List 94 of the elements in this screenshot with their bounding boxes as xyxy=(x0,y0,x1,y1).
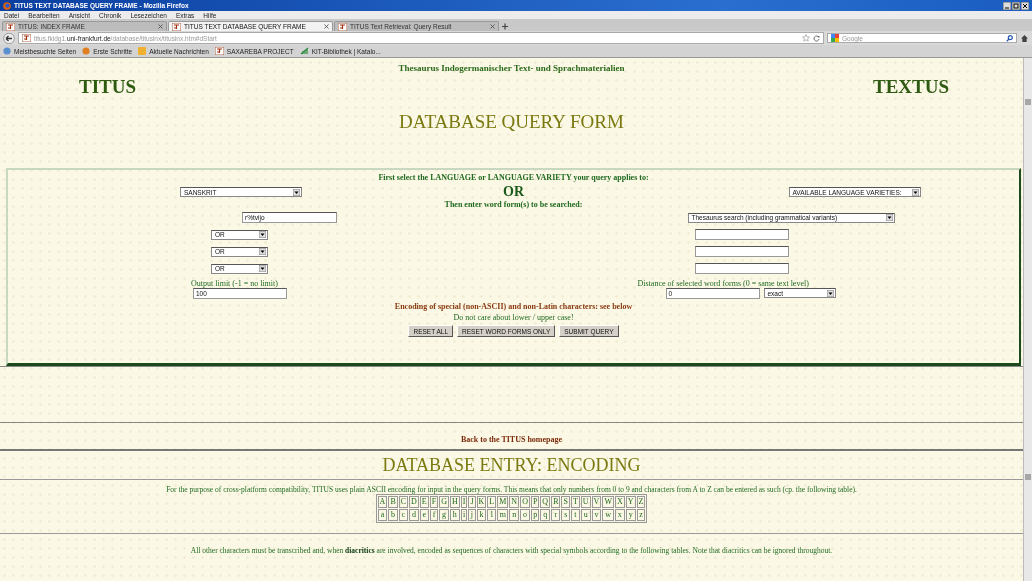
site-icon xyxy=(172,22,181,31)
section-heading: DATABASE ENTRY: ENCODING xyxy=(0,451,1023,480)
letter-cell: D xyxy=(409,496,419,508)
letter-cell: s xyxy=(561,509,570,521)
letter-cell: v xyxy=(591,509,602,521)
letter-cell: y xyxy=(625,509,636,521)
encoding-note: Encoding of special (non-ASCII) and non-Latin characters: see below xyxy=(393,302,634,311)
site-subtitle: Thesaurus Indogermanischer Text- und Sprachmaterialien xyxy=(397,62,626,73)
close-icon[interactable] xyxy=(490,24,495,29)
logo-text: TITUS xyxy=(79,76,137,98)
letter-cell: R xyxy=(551,496,561,508)
letter-cell: o xyxy=(520,509,530,521)
letter-cell: V xyxy=(591,496,602,508)
letter-cell: J xyxy=(468,496,476,508)
search-icon[interactable] xyxy=(1006,34,1013,42)
letter-cell: a xyxy=(377,509,388,521)
letter-cell: I xyxy=(460,496,468,508)
letter-cell: G xyxy=(439,496,449,508)
letter-cell: N xyxy=(509,496,520,508)
reload-icon[interactable] xyxy=(813,34,820,42)
word-input[interactable] xyxy=(694,263,789,274)
or-label: OR xyxy=(502,184,525,200)
dropdown-arrow-icon xyxy=(293,188,300,196)
letter-cell: l xyxy=(487,509,497,521)
homepage-link[interactable]: Back to the TITUS homepage xyxy=(460,435,563,444)
letter-cell: F xyxy=(429,496,439,508)
field-label: Distance of selected word forms (0 = same text level) xyxy=(637,279,810,288)
letter-cell: B xyxy=(388,496,398,508)
letter-cell: m xyxy=(497,509,509,521)
letter-cell: z xyxy=(636,509,646,521)
home-icon[interactable] xyxy=(1020,33,1029,43)
letter-cell: i xyxy=(460,509,468,521)
letter-cell: b xyxy=(388,509,398,521)
scrollbar[interactable] xyxy=(1024,98,1032,106)
dropdown-arrow-icon xyxy=(826,289,834,297)
site-icon xyxy=(338,22,347,31)
letter-cell: k xyxy=(476,509,487,521)
logo-text: TEXTUS xyxy=(872,76,949,98)
site-icon xyxy=(6,22,15,31)
dropdown-arrow-icon xyxy=(259,265,266,272)
close-icon[interactable] xyxy=(324,24,329,29)
site-icon xyxy=(22,34,31,42)
letter-cell: p xyxy=(530,509,540,521)
letter-cell: t xyxy=(570,509,580,521)
star-icon[interactable] xyxy=(802,34,810,42)
dropdown-arrow-icon xyxy=(259,248,266,255)
instruction-text: Then enter word form(s) to be searched: xyxy=(443,200,584,209)
letter-cell: A xyxy=(377,496,388,508)
letter-cell: W xyxy=(602,496,614,508)
site-icon xyxy=(214,47,224,55)
letter-cell: e xyxy=(419,509,429,521)
letter-cell: c xyxy=(398,509,409,521)
letter-cell: q xyxy=(540,509,551,521)
letter-cell: C xyxy=(398,496,409,508)
new-tab-button[interactable] xyxy=(500,22,510,31)
letter-cell: w xyxy=(602,509,614,521)
letter-cell: T xyxy=(570,496,580,508)
letter-cell: Q xyxy=(540,496,551,508)
letter-cell: S xyxy=(561,496,570,508)
letter-cell: r xyxy=(551,509,561,521)
letter-cell: j xyxy=(468,509,476,521)
letter-cell: L xyxy=(487,496,497,508)
letter-cell: Z xyxy=(636,496,646,508)
letter-cell: g xyxy=(439,509,449,521)
close-button[interactable] xyxy=(1021,1,1029,10)
dropdown-arrow-icon xyxy=(885,214,893,221)
minimize-button[interactable] xyxy=(1003,1,1011,10)
letter-cell: O xyxy=(520,496,530,508)
letter-cell: U xyxy=(580,496,591,508)
letter-cell: x xyxy=(614,509,625,521)
instruction-text: First select the LANGUAGE or LANGUAGE VARIETY your query applies to: xyxy=(377,172,650,182)
letter-cell: M xyxy=(497,496,509,508)
letter-cell: P xyxy=(530,496,540,508)
field-label: Output limit (-1 = no limit) xyxy=(191,279,279,288)
letter-cell: f xyxy=(429,509,439,521)
dropdown-arrow-icon xyxy=(911,188,919,196)
scrollbar[interactable] xyxy=(1024,473,1032,481)
word-input[interactable] xyxy=(694,246,789,257)
case-note: Do not care about lower / upper case! xyxy=(452,313,575,322)
letter-cell: Y xyxy=(625,496,636,508)
maximize-button[interactable] xyxy=(1012,1,1020,10)
dropdown-arrow-icon xyxy=(259,231,266,238)
letter-cell: K xyxy=(476,496,487,508)
letter-cell: X xyxy=(614,496,625,508)
letter-cell: E xyxy=(419,496,429,508)
letter-cell: h xyxy=(449,509,460,521)
back-button[interactable] xyxy=(3,32,15,44)
letter-cell: H xyxy=(449,496,460,508)
letter-cell: d xyxy=(409,509,419,521)
page-heading: DATABASE QUERY FORM xyxy=(398,111,625,133)
letter-cell: u xyxy=(580,509,591,521)
letter-cell: n xyxy=(509,509,520,521)
close-icon[interactable] xyxy=(158,24,163,29)
word-input[interactable] xyxy=(694,229,789,240)
